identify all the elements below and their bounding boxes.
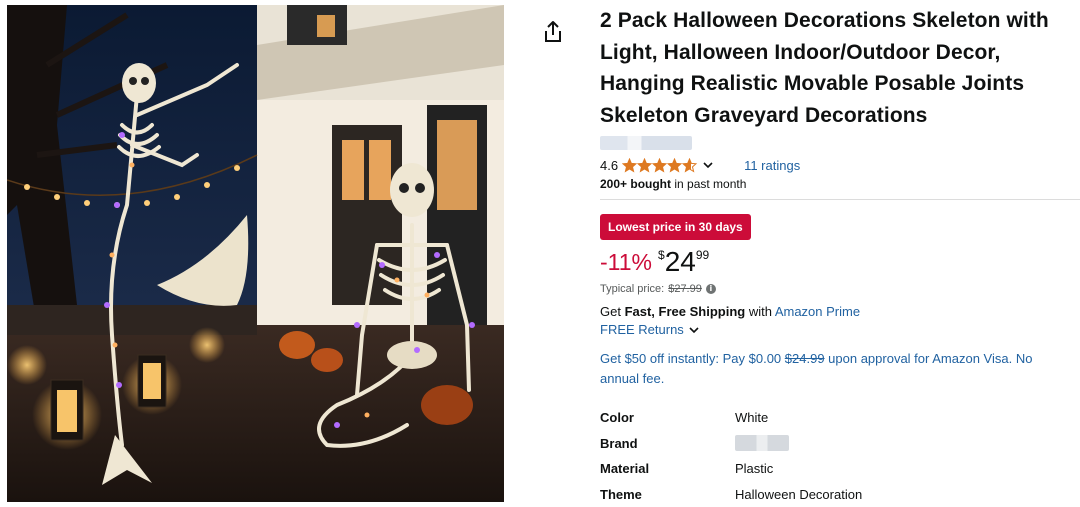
offer-strike-price: $24.99 [784,351,825,366]
amazon-prime-link[interactable]: Amazon Prime [775,304,860,319]
shipping-prefix: Get [600,304,625,319]
typical-price: Typical price: $27.99 i [600,283,1076,295]
price-row: -11% $ 24 99 [600,246,1076,278]
share-icon [545,21,561,42]
spec-row-brand: Brand [600,431,1076,457]
spec-row-color: Color White [600,405,1076,431]
price-whole: 24 [664,246,696,277]
bought-suffix: in past month [671,177,747,191]
discount-percent: -11% [600,249,652,275]
bought-count: 200+ bought [600,177,672,191]
spec-key: Brand [600,435,638,451]
rating-value: 4.6 [600,157,619,173]
spec-value: Halloween Decoration [735,486,863,502]
star-rating[interactable] [622,157,714,173]
bought-in-past-month: 200+ bought in past month [600,177,1076,191]
price-symbol: $ [658,248,665,262]
spec-row-theme: Theme Halloween Decoration [600,482,1076,507]
free-returns-link[interactable]: FREE Returns [600,322,1076,337]
typical-price-value: $27.99 [668,283,702,295]
ratings-count-link[interactable]: 11 ratings [744,158,800,173]
chevron-down-icon [689,326,699,333]
product-title: 2 Pack Halloween Decorations Skeleton wi… [600,9,1049,127]
typical-price-label: Typical price: [600,283,665,295]
redacted-brand [735,435,789,452]
product-info-panel: 2 Pack Halloween Decorations Skeleton wi… [600,5,1080,507]
rating-row: 4.6 11 ratings [600,155,1076,175]
price: $ 24 99 [658,246,709,278]
spec-key: Color [600,410,634,426]
share-button[interactable] [542,20,564,44]
spec-value: White [735,410,769,426]
product-specs: Color White Brand Material Plastic Theme… [600,405,1076,507]
spec-value-redacted [735,435,789,452]
visa-offer-link[interactable]: Get $50 off instantly: Pay $0.00 $24.99 … [600,349,1075,389]
offer-text-1: Get $50 off instantly: Pay $0.00 [600,351,785,366]
deal-badge: Lowest price in 30 days [600,214,751,240]
brand-store-link[interactable] [600,136,692,150]
product-image[interactable] [7,5,504,502]
info-icon[interactable]: i [705,284,716,294]
price-fraction: 99 [695,248,710,262]
shipping-info: Get Fast, Free Shipping with Amazon Prim… [600,304,1076,319]
spec-row-material: Material Plastic [600,456,1076,482]
chevron-down-icon[interactable] [702,159,714,171]
spec-key: Material [600,461,650,477]
free-returns-label: FREE Returns [600,322,684,337]
spec-value: Plastic [735,461,774,477]
divider [600,199,1080,200]
star-icon [622,157,698,173]
product-image-art [7,5,504,502]
spec-key: Theme [600,486,642,502]
shipping-bold: Fast, Free Shipping [624,304,746,319]
shipping-mid: with [745,304,775,319]
